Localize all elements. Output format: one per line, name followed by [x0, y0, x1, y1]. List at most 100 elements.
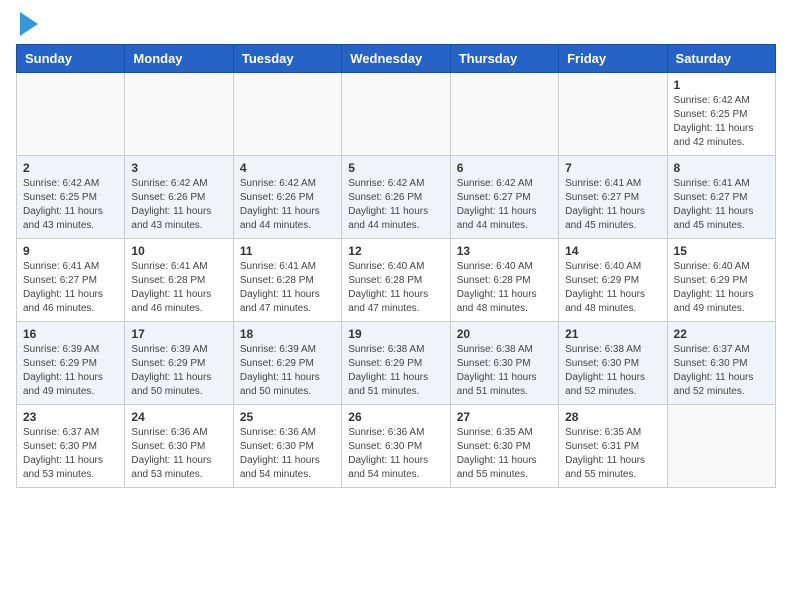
day-number: 10 — [131, 244, 226, 258]
calendar-day-cell: 10 Sunrise: 6:41 AM Sunset: 6:28 PM Dayli… — [125, 239, 233, 322]
day-info: Sunrise: 6:36 AM Sunset: 6:30 PM Dayligh… — [131, 426, 226, 482]
calendar-header-row: SundayMondayTuesdayWednesdayThursdayFrid… — [17, 45, 776, 73]
day-info: Sunrise: 6:39 AM Sunset: 6:29 PM Dayligh… — [23, 343, 118, 399]
day-number: 20 — [457, 327, 552, 341]
day-info: Sunrise: 6:35 AM Sunset: 6:31 PM Dayligh… — [565, 426, 660, 482]
calendar-day-cell: 8 Sunrise: 6:41 AM Sunset: 6:27 PM Daylig… — [667, 156, 775, 239]
calendar-day-cell: 11 Sunrise: 6:41 AM Sunset: 6:28 PM Dayli… — [233, 239, 341, 322]
calendar-day-cell: 16 Sunrise: 6:39 AM Sunset: 6:29 PM Dayli… — [17, 322, 125, 405]
calendar-day-cell — [667, 405, 775, 488]
day-info: Sunrise: 6:40 AM Sunset: 6:28 PM Dayligh… — [457, 260, 552, 316]
calendar-week-row: 9 Sunrise: 6:41 AM Sunset: 6:27 PM Daylig… — [17, 239, 776, 322]
calendar-day-cell: 9 Sunrise: 6:41 AM Sunset: 6:27 PM Daylig… — [17, 239, 125, 322]
day-info: Sunrise: 6:41 AM Sunset: 6:28 PM Dayligh… — [240, 260, 335, 316]
calendar-day-cell: 15 Sunrise: 6:40 AM Sunset: 6:29 PM Dayli… — [667, 239, 775, 322]
logo — [16, 16, 38, 36]
calendar-week-row: 2 Sunrise: 6:42 AM Sunset: 6:25 PM Daylig… — [17, 156, 776, 239]
calendar-day-cell: 22 Sunrise: 6:37 AM Sunset: 6:30 PM Dayli… — [667, 322, 775, 405]
day-of-week-header: Sunday — [17, 45, 125, 73]
calendar-day-cell: 14 Sunrise: 6:40 AM Sunset: 6:29 PM Dayli… — [559, 239, 667, 322]
day-number: 8 — [674, 161, 769, 175]
calendar-day-cell: 17 Sunrise: 6:39 AM Sunset: 6:29 PM Dayli… — [125, 322, 233, 405]
day-number: 2 — [23, 161, 118, 175]
day-number: 15 — [674, 244, 769, 258]
day-info: Sunrise: 6:42 AM Sunset: 6:26 PM Dayligh… — [240, 177, 335, 233]
day-info: Sunrise: 6:41 AM Sunset: 6:27 PM Dayligh… — [23, 260, 118, 316]
logo-text-block — [16, 16, 38, 36]
day-info: Sunrise: 6:40 AM Sunset: 6:29 PM Dayligh… — [674, 260, 769, 316]
day-of-week-header: Thursday — [450, 45, 558, 73]
calendar-day-cell: 19Sunrise: 6:38 AM Sunset: 6:29 PM Dayli… — [342, 322, 450, 405]
day-info: Sunrise: 6:42 AM Sunset: 6:26 PM Dayligh… — [348, 177, 443, 233]
day-info: Sunrise: 6:41 AM Sunset: 6:27 PM Dayligh… — [674, 177, 769, 233]
calendar-day-cell: 2 Sunrise: 6:42 AM Sunset: 6:25 PM Daylig… — [17, 156, 125, 239]
day-number: 16 — [23, 327, 118, 341]
day-number: 12 — [348, 244, 443, 258]
calendar-day-cell: 5Sunrise: 6:42 AM Sunset: 6:26 PM Daylig… — [342, 156, 450, 239]
day-info: Sunrise: 6:38 AM Sunset: 6:30 PM Dayligh… — [457, 343, 552, 399]
day-number: 11 — [240, 244, 335, 258]
day-of-week-header: Wednesday — [342, 45, 450, 73]
calendar-day-cell: 24 Sunrise: 6:36 AM Sunset: 6:30 PM Dayli… — [125, 405, 233, 488]
day-number: 4 — [240, 161, 335, 175]
calendar-day-cell: 25 Sunrise: 6:36 AM Sunset: 6:30 PM Dayli… — [233, 405, 341, 488]
day-number: 1 — [674, 78, 769, 92]
calendar-day-cell — [559, 73, 667, 156]
day-number: 19 — [348, 327, 443, 341]
calendar-day-cell — [233, 73, 341, 156]
day-number: 13 — [457, 244, 552, 258]
calendar-day-cell — [125, 73, 233, 156]
day-info: Sunrise: 6:36 AM Sunset: 6:30 PM Dayligh… — [240, 426, 335, 482]
calendar-day-cell: 21 Sunrise: 6:38 AM Sunset: 6:30 PM Dayli… — [559, 322, 667, 405]
calendar-day-cell — [342, 73, 450, 156]
day-of-week-header: Tuesday — [233, 45, 341, 73]
day-info: Sunrise: 6:39 AM Sunset: 6:29 PM Dayligh… — [131, 343, 226, 399]
day-number: 24 — [131, 410, 226, 424]
calendar-day-cell: 26 Sunrise: 6:36 AM Sunset: 6:30 PM Dayli… — [342, 405, 450, 488]
calendar-day-cell: 4 Sunrise: 6:42 AM Sunset: 6:26 PM Daylig… — [233, 156, 341, 239]
day-number: 6 — [457, 161, 552, 175]
day-info: Sunrise: 6:41 AM Sunset: 6:27 PM Dayligh… — [565, 177, 660, 233]
day-info: Sunrise: 6:38 AM Sunset: 6:30 PM Dayligh… — [565, 343, 660, 399]
logo-arrow-icon — [20, 12, 38, 36]
day-number: 18 — [240, 327, 335, 341]
day-info: Sunrise: 6:41 AM Sunset: 6:28 PM Dayligh… — [131, 260, 226, 316]
day-number: 17 — [131, 327, 226, 341]
day-number: 9 — [23, 244, 118, 258]
calendar-day-cell: 13 Sunrise: 6:40 AM Sunset: 6:28 PM Dayli… — [450, 239, 558, 322]
day-info: Sunrise: 6:40 AM Sunset: 6:29 PM Dayligh… — [565, 260, 660, 316]
calendar-day-cell: 20 Sunrise: 6:38 AM Sunset: 6:30 PM Dayli… — [450, 322, 558, 405]
day-info: Sunrise: 6:42 AM Sunset: 6:27 PM Dayligh… — [457, 177, 552, 233]
day-number: 26 — [348, 410, 443, 424]
calendar-day-cell: 27 Sunrise: 6:35 AM Sunset: 6:30 PM Dayli… — [450, 405, 558, 488]
day-info: Sunrise: 6:36 AM Sunset: 6:30 PM Dayligh… — [348, 426, 443, 482]
day-number: 14 — [565, 244, 660, 258]
day-number: 28 — [565, 410, 660, 424]
day-number: 25 — [240, 410, 335, 424]
day-number: 22 — [674, 327, 769, 341]
calendar-day-cell — [17, 73, 125, 156]
day-info: Sunrise: 6:37 AM Sunset: 6:30 PM Dayligh… — [674, 343, 769, 399]
day-info: Sunrise: 6:37 AM Sunset: 6:30 PM Dayligh… — [23, 426, 118, 482]
day-of-week-header: Saturday — [667, 45, 775, 73]
day-info: Sunrise: 6:35 AM Sunset: 6:30 PM Dayligh… — [457, 426, 552, 482]
calendar-day-cell — [450, 73, 558, 156]
day-number: 27 — [457, 410, 552, 424]
calendar-day-cell: 6 Sunrise: 6:42 AM Sunset: 6:27 PM Daylig… — [450, 156, 558, 239]
day-number: 21 — [565, 327, 660, 341]
day-of-week-header: Friday — [559, 45, 667, 73]
calendar-day-cell: 18Sunrise: 6:39 AM Sunset: 6:29 PM Dayli… — [233, 322, 341, 405]
calendar-week-row: 16 Sunrise: 6:39 AM Sunset: 6:29 PM Dayli… — [17, 322, 776, 405]
calendar-day-cell: 28 Sunrise: 6:35 AM Sunset: 6:31 PM Dayli… — [559, 405, 667, 488]
day-info: Sunrise: 6:42 AM Sunset: 6:25 PM Dayligh… — [23, 177, 118, 233]
calendar-week-row: 23Sunrise: 6:37 AM Sunset: 6:30 PM Dayli… — [17, 405, 776, 488]
day-info: Sunrise: 6:42 AM Sunset: 6:25 PM Dayligh… — [674, 94, 769, 150]
calendar-day-cell: 1 Sunrise: 6:42 AM Sunset: 6:25 PM Daylig… — [667, 73, 775, 156]
day-info: Sunrise: 6:40 AM Sunset: 6:28 PM Dayligh… — [348, 260, 443, 316]
day-number: 3 — [131, 161, 226, 175]
calendar-week-row: 1 Sunrise: 6:42 AM Sunset: 6:25 PM Daylig… — [17, 73, 776, 156]
calendar-day-cell: 12 Sunrise: 6:40 AM Sunset: 6:28 PM Dayli… — [342, 239, 450, 322]
calendar-day-cell: 7Sunrise: 6:41 AM Sunset: 6:27 PM Daylig… — [559, 156, 667, 239]
calendar-day-cell: 3Sunrise: 6:42 AM Sunset: 6:26 PM Daylig… — [125, 156, 233, 239]
calendar-day-cell: 23Sunrise: 6:37 AM Sunset: 6:30 PM Dayli… — [17, 405, 125, 488]
